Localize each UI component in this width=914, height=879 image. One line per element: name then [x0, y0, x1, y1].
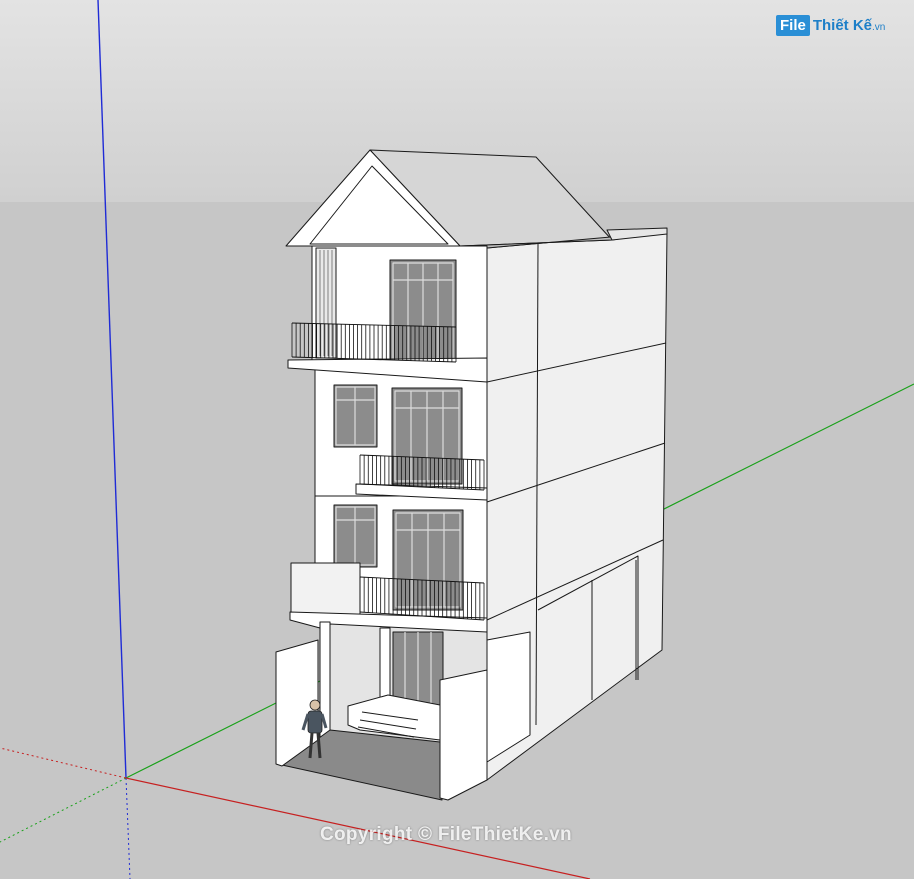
logo-text: Thiết Kế.vn: [813, 17, 886, 34]
planter-box-2f: [290, 562, 361, 617]
filethietke-logo: File Thiết Kế.vn: [776, 12, 885, 38]
fence-right: [439, 669, 488, 801]
railing-4f-balusters: [291, 323, 457, 362]
copyright-watermark: Copyright © FileThietKe.vn: [320, 824, 572, 845]
logo-box: File: [776, 14, 810, 36]
logo-suffix: .vn: [872, 21, 886, 33]
sketchup-viewport[interactable]: [0, 0, 914, 879]
logo-name: Thiết Kế: [812, 16, 873, 34]
